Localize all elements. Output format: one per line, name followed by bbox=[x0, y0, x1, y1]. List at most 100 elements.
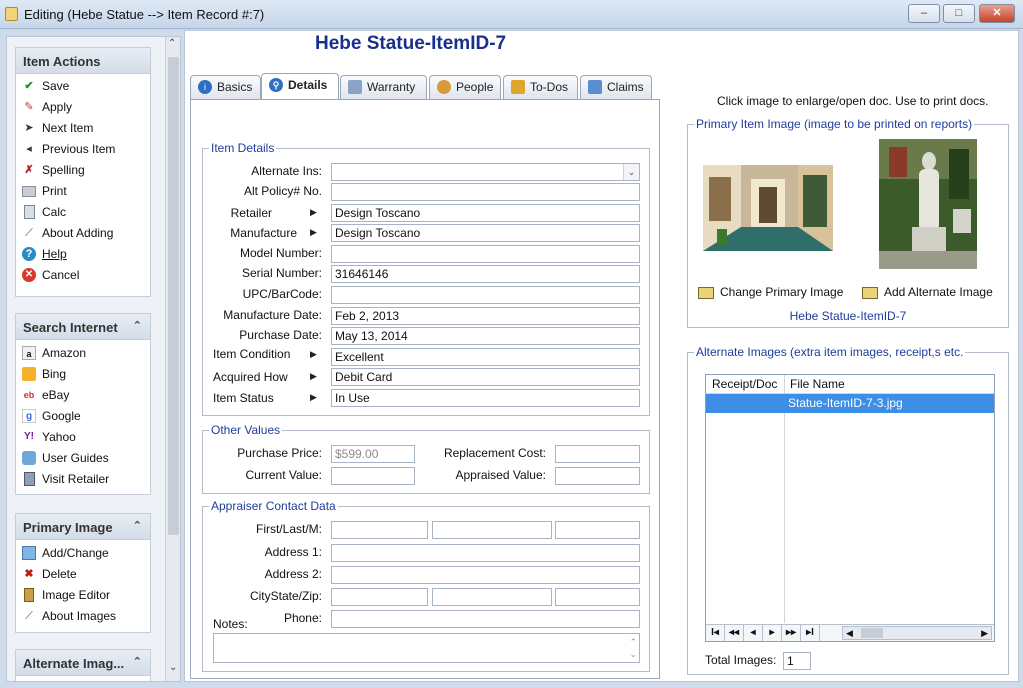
phone-field[interactable] bbox=[331, 610, 640, 628]
last-record-button[interactable]: ▸I bbox=[801, 625, 820, 641]
search-internet-header[interactable]: Search Internet ⌃ bbox=[16, 314, 150, 340]
replacement-cost-field[interactable] bbox=[555, 445, 640, 463]
purchase-price-field[interactable]: $599.00 bbox=[331, 445, 415, 463]
scroll-left-icon[interactable]: ◀ bbox=[846, 627, 853, 639]
calc-button[interactable]: Calc bbox=[16, 202, 150, 223]
acquired-how-arrow-icon[interactable]: ▶ bbox=[310, 371, 317, 382]
alternate-images-header[interactable]: Alternate Imag... ⌃ bbox=[16, 650, 150, 676]
next-item-button[interactable]: ➤ Next Item bbox=[16, 118, 150, 139]
save-button[interactable]: ✔ Save bbox=[16, 76, 150, 97]
visit-retailer-link[interactable]: Visit Retailer bbox=[16, 469, 150, 490]
scrollbar-thumb[interactable] bbox=[168, 57, 179, 535]
previous-item-button[interactable]: ◂ Previous Item bbox=[16, 139, 150, 160]
item-condition-label[interactable]: Item Condition bbox=[213, 347, 290, 361]
tab-people[interactable]: People bbox=[429, 75, 501, 99]
next-record-button[interactable]: ▸ bbox=[763, 625, 782, 641]
receipt-doc-header[interactable]: Receipt/Doc bbox=[712, 377, 777, 391]
add-alternate-image-button[interactable]: Add Alternate Image bbox=[862, 285, 993, 299]
tab-claims[interactable]: Claims bbox=[580, 75, 652, 99]
amazon-icon: a bbox=[22, 346, 36, 360]
collapse-icon[interactable]: ⌃ bbox=[133, 519, 142, 532]
state-field[interactable] bbox=[432, 588, 552, 606]
print-button[interactable]: Print bbox=[16, 181, 150, 202]
city-field[interactable] bbox=[331, 588, 428, 606]
manufacture-date-field[interactable]: Feb 2, 2013 bbox=[331, 307, 640, 325]
primary-image-header[interactable]: Primary Image ⌃ bbox=[16, 514, 150, 540]
upc-barcode-field[interactable] bbox=[331, 286, 640, 304]
next-page-button[interactable]: ▸▸ bbox=[782, 625, 801, 641]
user-guides-link[interactable]: User Guides bbox=[16, 448, 150, 469]
alternate-image-thumbnail[interactable] bbox=[879, 139, 977, 269]
alternate-ins-select[interactable]: ⌄ bbox=[331, 163, 640, 181]
appraised-value-field[interactable] bbox=[555, 467, 640, 485]
current-value-field[interactable] bbox=[331, 467, 415, 485]
previous-record-button[interactable]: ◂ bbox=[744, 625, 763, 641]
about-adding-button[interactable]: ⟋ About Adding bbox=[16, 223, 150, 244]
item-actions-header[interactable]: Item Actions bbox=[16, 48, 150, 74]
tab-basics[interactable]: i Basics bbox=[190, 75, 261, 99]
tab-warranty[interactable]: Warranty bbox=[340, 75, 427, 99]
tab-todos[interactable]: To-Dos bbox=[503, 75, 578, 99]
alt-policy-field[interactable] bbox=[331, 183, 640, 201]
notes-textarea[interactable]: ⌃ ⌄ bbox=[213, 633, 640, 663]
acquired-how-field[interactable]: Debit Card bbox=[331, 368, 640, 386]
sidebar-scrollbar[interactable]: ⌃ ⌄ bbox=[165, 37, 180, 681]
maximize-button[interactable]: □ bbox=[943, 4, 975, 23]
item-status-arrow-icon[interactable]: ▶ bbox=[310, 392, 317, 403]
ebay-link[interactable]: eb eBay bbox=[16, 385, 150, 406]
purchase-date-field[interactable]: May 13, 2014 bbox=[331, 327, 640, 345]
retailer-field[interactable]: Design Toscano bbox=[331, 204, 640, 222]
collapse-icon[interactable]: ⌃ bbox=[133, 655, 142, 668]
minimize-button[interactable]: – bbox=[908, 4, 940, 23]
address2-field[interactable] bbox=[331, 566, 640, 584]
first-name-field[interactable] bbox=[331, 521, 428, 539]
scroll-right-icon[interactable]: ▶ bbox=[981, 627, 988, 639]
help-button[interactable]: ? Help bbox=[16, 244, 150, 265]
item-condition-field[interactable]: Excellent bbox=[331, 348, 640, 366]
spelling-button[interactable]: ✗ Spelling bbox=[16, 160, 150, 181]
primary-item-image-group: Primary Item Image (image to be printed … bbox=[687, 117, 1009, 328]
manufacture-label[interactable]: Manufacture bbox=[230, 226, 297, 240]
scrollbar-thumb[interactable] bbox=[861, 628, 883, 638]
scroll-up-icon[interactable]: ⌃ bbox=[168, 38, 176, 49]
model-number-field[interactable] bbox=[331, 245, 640, 263]
serial-number-field[interactable]: 31646146 bbox=[331, 265, 640, 283]
primary-image-thumbnail[interactable] bbox=[703, 165, 833, 251]
google-link[interactable]: g Google bbox=[16, 406, 150, 427]
chevron-down-icon[interactable]: ⌄ bbox=[623, 164, 639, 180]
zip-field[interactable] bbox=[555, 588, 640, 606]
first-record-button[interactable]: I◂ bbox=[706, 625, 725, 641]
phone-label: Phone: bbox=[283, 611, 322, 625]
item-status-field[interactable]: In Use bbox=[331, 389, 640, 407]
manufacture-arrow-icon[interactable]: ▶ bbox=[310, 227, 317, 238]
apply-button[interactable]: ✎ Apply bbox=[16, 97, 150, 118]
item-condition-arrow-icon[interactable]: ▶ bbox=[310, 349, 317, 360]
acquired-how-label[interactable]: Acquired How bbox=[213, 370, 288, 384]
collapse-icon[interactable]: ⌃ bbox=[133, 319, 142, 332]
file-name-header[interactable]: File Name bbox=[790, 377, 845, 391]
retailer-arrow-icon[interactable]: ▶ bbox=[310, 207, 317, 218]
manufacture-field[interactable]: Design Toscano bbox=[331, 224, 640, 242]
middle-name-field[interactable] bbox=[555, 521, 640, 539]
warranty-icon bbox=[348, 80, 362, 94]
about-images-button[interactable]: ⟋ About Images bbox=[16, 606, 150, 627]
last-name-field[interactable] bbox=[432, 521, 552, 539]
add-change-image-button[interactable]: Add/Change bbox=[16, 543, 150, 564]
yahoo-link[interactable]: Y! Yahoo bbox=[16, 427, 150, 448]
close-button[interactable]: ✕ bbox=[979, 4, 1015, 23]
horizontal-scrollbar[interactable]: ◀ ▶ bbox=[842, 626, 992, 640]
scroll-down-icon[interactable]: ⌄ bbox=[169, 662, 177, 673]
item-status-label[interactable]: Item Status bbox=[213, 391, 274, 405]
image-editor-button[interactable]: Image Editor bbox=[16, 585, 150, 606]
cancel-button[interactable]: ✕ Cancel bbox=[16, 265, 150, 286]
amazon-link[interactable]: a Amazon bbox=[16, 343, 150, 364]
bing-link[interactable]: Bing bbox=[16, 364, 150, 385]
table-row[interactable]: Statue-ItemID-7-3.jpg bbox=[706, 394, 994, 413]
tab-details[interactable]: ⚲ Details bbox=[261, 73, 339, 100]
change-primary-image-button[interactable]: Change Primary Image bbox=[698, 285, 843, 299]
retailer-label[interactable]: Retailer bbox=[231, 206, 272, 220]
previous-page-button[interactable]: ◂◂ bbox=[725, 625, 744, 641]
notes-scroll-down-icon[interactable]: ⌄ bbox=[629, 646, 637, 662]
delete-image-button[interactable]: ✖ Delete bbox=[16, 564, 150, 585]
address1-field[interactable] bbox=[331, 544, 640, 562]
